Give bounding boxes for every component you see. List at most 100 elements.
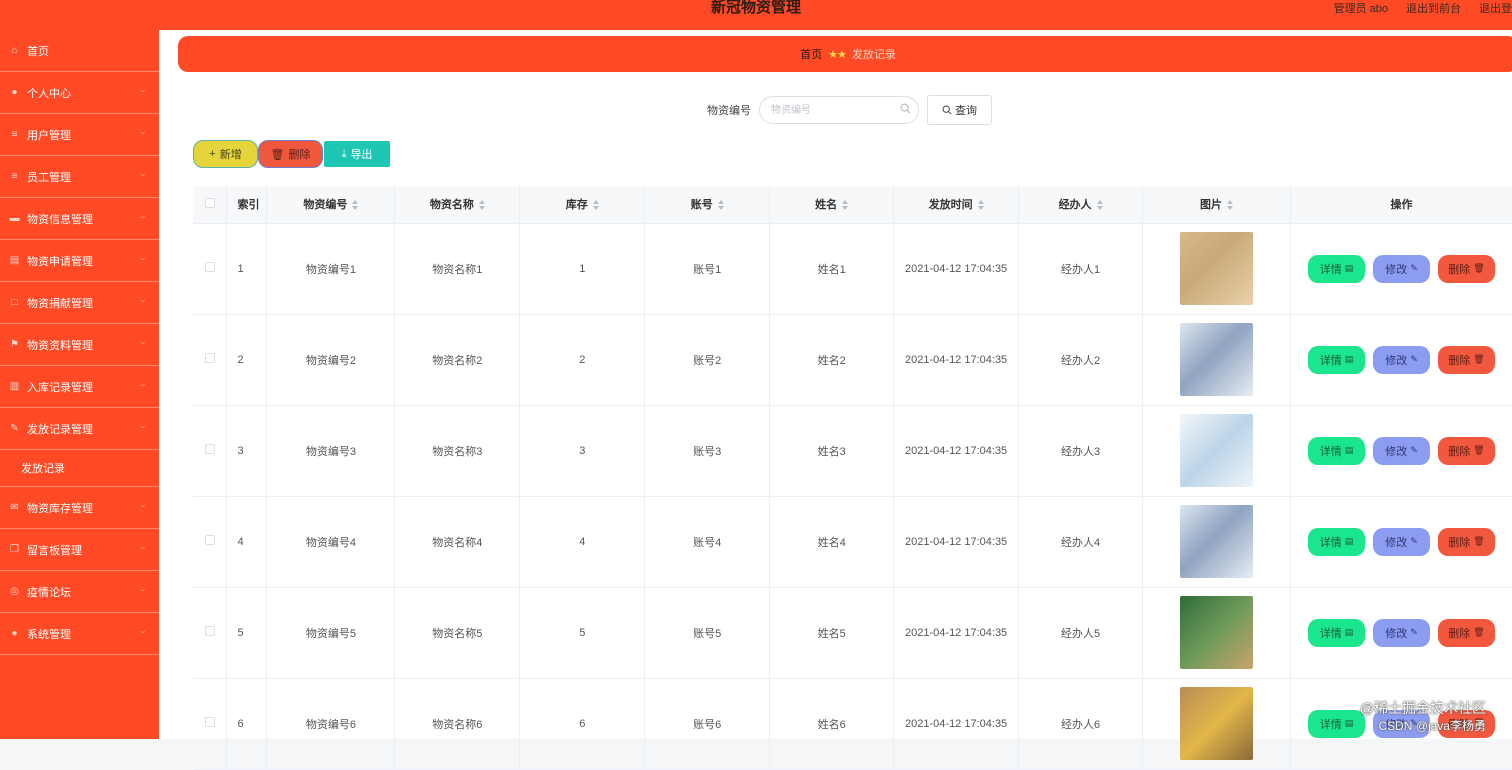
col-header-image[interactable]: 图片 <box>1142 186 1291 224</box>
edit-icon: ✎ <box>10 423 19 434</box>
search-row: 物资编号 查询 <box>707 95 992 125</box>
sidebar-item-0[interactable]: ⌂ 首页 <box>0 30 159 72</box>
delete-button[interactable]: 删除 🗑 <box>1437 436 1495 465</box>
detail-button[interactable]: 详情 ▤ <box>1307 618 1365 647</box>
table-row: 4 物资编号4 物资名称4 4 账号4 姓名4 2021-04-12 17:04:35 经办人… <box>193 496 1512 588</box>
sidebar-item-2[interactable]: ≡ 用户管理 › <box>0 114 159 156</box>
logout-link[interactable]: 退出登 <box>1479 0 1512 15</box>
chat-icon: ▬ <box>9 213 20 224</box>
select-all-checkbox[interactable] <box>193 186 228 224</box>
edit-button[interactable]: 修改 ✎ <box>1372 618 1430 647</box>
watermark-line1: @稀土掘金技术社区 <box>1359 700 1486 716</box>
table-header-row: 索引 物资编号 物资名称 库存 账号 姓名 发放时间 经办人 图片 操作 <box>193 186 1512 224</box>
document-icon: ▤ <box>1344 354 1354 364</box>
cell-account: 账号4 <box>644 496 771 588</box>
thumbnail-image[interactable] <box>1180 323 1253 396</box>
edit-button-label: 修改 <box>1385 354 1408 367</box>
sidebar-item-12[interactable]: ◎ 疫情论坛 › <box>0 571 159 613</box>
trash-icon: 🗑 <box>1473 536 1485 546</box>
sort-icon[interactable] <box>717 200 724 211</box>
col-header-name[interactable]: 物资名称 <box>394 186 521 224</box>
add-button[interactable]: + 新增 <box>193 140 258 168</box>
sidebar-item-11[interactable]: ❐ 留言板管理 › <box>0 529 159 571</box>
sidebar-item-10[interactable]: ✉ 物资库存管理 › <box>0 487 159 529</box>
detail-button[interactable]: 详情 ▤ <box>1307 436 1365 465</box>
table-row: 1 物资编号1 物资名称1 1 账号1 姓名1 2021-04-12 17:04:35 经办人… <box>193 223 1512 315</box>
cell-image <box>1142 496 1291 588</box>
detail-button[interactable]: 详情 ▤ <box>1307 254 1365 283</box>
sidebar-item-7[interactable]: ⚑ 物资资料管理 › <box>0 324 159 366</box>
query-button[interactable]: 查询 <box>927 95 992 125</box>
col-header-index: 索引 <box>226 186 268 224</box>
sidebar-item-4[interactable]: ▬ 物资信息管理 › <box>0 198 159 240</box>
sidebar-item-13[interactable]: ● 系统管理 › <box>0 613 159 655</box>
chevron-down-icon: › <box>138 299 149 303</box>
sidebar-item-5[interactable]: ▤ 物资申请管理 › <box>0 240 159 282</box>
trash-icon: 🗑 <box>1473 263 1485 273</box>
sort-icon[interactable] <box>352 200 359 211</box>
sort-icon[interactable] <box>592 200 599 211</box>
sidebar-item-3[interactable]: ≡ 员工管理 › <box>0 156 159 198</box>
col-header-code[interactable]: 物资编号 <box>266 186 396 224</box>
thumbnail-image[interactable] <box>1180 505 1253 578</box>
col-header-stock[interactable]: 库存 <box>519 186 646 224</box>
row-checkbox[interactable] <box>193 405 228 497</box>
app-title: 新冠物资管理 <box>710 0 801 16</box>
row-checkbox[interactable] <box>193 496 228 588</box>
col-header-handler[interactable]: 经办人 <box>1018 186 1144 224</box>
chevron-down-icon: › <box>138 131 149 135</box>
detail-button[interactable]: 详情 ▤ <box>1307 709 1365 738</box>
col-header-time[interactable]: 发放时间 <box>893 186 1020 224</box>
batch-delete-button[interactable]: 🗑 删除 <box>258 140 323 168</box>
detail-button[interactable]: 详情 ▤ <box>1307 345 1365 374</box>
header-links: 管理员 abo 退出到前台 退出登 <box>1334 0 1512 15</box>
action-buttons: + 新增 🗑 删除 ⤓ 导出 <box>193 140 390 168</box>
breadcrumb-separator-icon: ★★ <box>828 48 847 61</box>
edit-button[interactable]: 修改 ✎ <box>1372 345 1430 374</box>
edit-icon: ✎ <box>1410 536 1418 546</box>
thumbnail-image[interactable] <box>1180 232 1253 305</box>
sort-icon[interactable] <box>977 200 984 211</box>
sidebar-item-9[interactable]: ✎ 发放记录管理 › <box>0 408 159 450</box>
thumbnail-image[interactable] <box>1180 687 1253 760</box>
cell-stock: 2 <box>519 314 646 406</box>
breadcrumb-home[interactable]: 首页 <box>800 46 822 62</box>
col-header-person[interactable]: 姓名 <box>769 186 895 224</box>
edit-button[interactable]: 修改 ✎ <box>1372 527 1430 556</box>
sort-icon[interactable] <box>478 200 485 211</box>
trash-icon: 🗑 <box>1473 627 1485 637</box>
cell-name: 物资名称6 <box>394 678 521 770</box>
edit-button-label: 修改 <box>1385 263 1408 276</box>
sort-icon[interactable] <box>1096 200 1103 211</box>
delete-button[interactable]: 删除 🗑 <box>1437 345 1495 374</box>
sidebar-item-8[interactable]: ▥ 入库记录管理 › <box>0 366 159 408</box>
thumbnail-image[interactable] <box>1180 596 1253 669</box>
user-icon: ● <box>11 87 18 98</box>
sidebar-item-1[interactable]: ● 个人中心 › <box>0 72 159 114</box>
cell-image <box>1142 587 1291 679</box>
sidebar-item-6[interactable]: □ 物资捐献管理 › <box>0 282 159 324</box>
table-row: 5 物资编号5 物资名称5 5 账号5 姓名5 2021-04-12 17:04:35 经办人… <box>193 587 1512 679</box>
delete-button[interactable]: 删除 🗑 <box>1437 618 1495 647</box>
search-icon <box>942 105 952 115</box>
row-checkbox[interactable] <box>193 678 228 770</box>
list-icon: ≡ <box>11 171 18 182</box>
delete-button[interactable]: 删除 🗑 <box>1437 254 1495 283</box>
edit-button[interactable]: 修改 ✎ <box>1372 436 1430 465</box>
col-header-account[interactable]: 账号 <box>644 186 771 224</box>
thumbnail-image[interactable] <box>1180 414 1253 487</box>
detail-button-label: 详情 <box>1319 718 1342 731</box>
detail-button[interactable]: 详情 ▤ <box>1307 527 1365 556</box>
export-button[interactable]: ⤓ 导出 <box>324 141 390 167</box>
edit-button[interactable]: 修改 ✎ <box>1372 254 1430 283</box>
row-checkbox[interactable] <box>193 314 228 406</box>
row-checkbox[interactable] <box>193 587 228 679</box>
back-to-front-link[interactable]: 退出到前台 <box>1406 0 1461 15</box>
row-checkbox[interactable] <box>193 223 228 315</box>
sidebar-item-label: 用户管理 <box>27 129 71 142</box>
delete-button[interactable]: 删除 🗑 <box>1437 527 1495 556</box>
submenu-item-records[interactable]: 发放记录 <box>0 450 159 487</box>
search-input[interactable] <box>760 97 890 123</box>
sort-icon[interactable] <box>842 200 849 211</box>
sort-icon[interactable] <box>1227 200 1233 211</box>
